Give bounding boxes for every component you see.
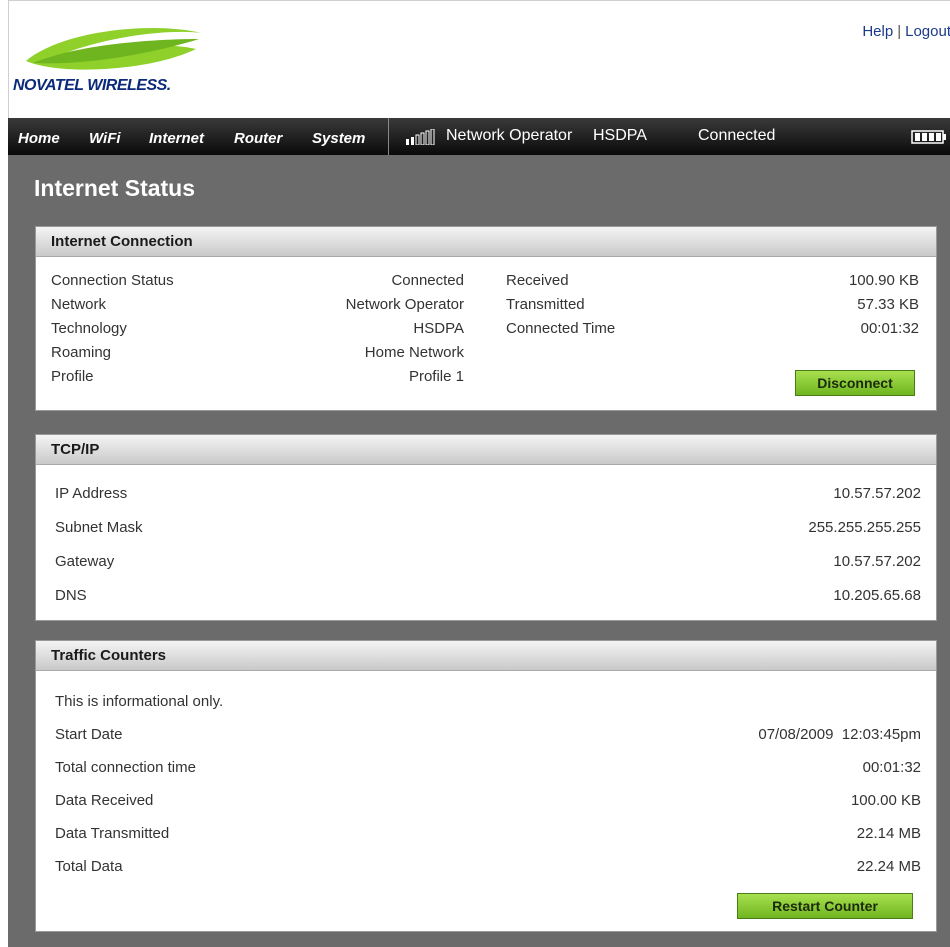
total-data-label: Total Data	[55, 858, 123, 875]
gateway-value: 10.57.57.202	[833, 553, 921, 570]
traffic-counters-panel: Traffic Counters This is informational o…	[35, 640, 937, 932]
connection-status-value: Connected	[391, 272, 464, 289]
informational-note: This is informational only.	[55, 693, 224, 710]
help-link[interactable]: Help	[862, 23, 893, 40]
novatel-logo-swoosh-icon	[26, 28, 201, 70]
panel-title: Internet Connection	[36, 227, 936, 257]
nav-item-system[interactable]: System	[312, 130, 365, 147]
ip-address-label: IP Address	[55, 485, 128, 502]
technology-value: HSDPA	[413, 320, 464, 337]
logout-link[interactable]: Logout	[905, 23, 950, 40]
internet-connection-panel: Internet Connection Connection Status Co…	[35, 226, 937, 411]
signal-bars-icon	[406, 129, 435, 145]
gateway-label: Gateway	[55, 553, 115, 570]
battery-icon	[911, 130, 946, 144]
top-links: Help | Logout	[862, 23, 950, 40]
data-received-label: Data Received	[55, 792, 154, 809]
total-connection-time-value: 00:01:32	[862, 759, 921, 776]
roaming-value: Home Network	[364, 344, 464, 361]
data-transmitted-label: Data Transmitted	[55, 825, 170, 842]
restart-counter-button[interactable]: Restart Counter	[737, 893, 913, 919]
nav-menu: Home WiFi Internet Router System	[8, 118, 389, 155]
ip-address-value: 10.57.57.202	[833, 485, 921, 502]
brand-name: NOVATEL WIRELESS.	[13, 77, 171, 94]
nav-item-wifi[interactable]: WiFi	[89, 130, 121, 147]
total-connection-time-label: Total connection time	[55, 759, 196, 776]
dns-label: DNS	[55, 587, 87, 604]
connected-time-label: Connected Time	[506, 320, 616, 337]
nav-item-internet[interactable]: Internet	[149, 130, 204, 147]
main-content: Internet Status Internet Connection Conn…	[8, 155, 950, 947]
disconnect-button[interactable]: Disconnect	[795, 370, 915, 396]
panel-title: TCP/IP	[36, 435, 936, 465]
data-transmitted-value: 22.14 MB	[856, 825, 921, 842]
data-received-value: 100.00 KB	[850, 792, 921, 809]
start-date-label: Start Date	[55, 726, 123, 743]
connection-status: Connected	[698, 127, 776, 144]
connected-time-value: 00:01:32	[860, 320, 919, 337]
subnet-mask-label: Subnet Mask	[55, 519, 143, 536]
network-technology: HSDPA	[593, 127, 647, 144]
roaming-label: Roaming	[51, 344, 112, 361]
transmitted-label: Transmitted	[506, 296, 585, 313]
header: NOVATEL WIRELESS. Help | Logout	[8, 0, 950, 119]
tcpip-panel: TCP/IP IP Address 10.57.57.202 Subnet Ma…	[35, 434, 937, 621]
panel-title: Traffic Counters	[36, 641, 936, 671]
technology-label: Technology	[51, 320, 127, 337]
page-title: Internet Status	[34, 175, 196, 201]
profile-label: Profile	[51, 368, 94, 385]
total-data-value: 22.24 MB	[856, 858, 921, 875]
transmitted-value: 57.33 KB	[857, 296, 919, 313]
link-separator: |	[897, 23, 902, 40]
received-label: Received	[506, 272, 569, 289]
connection-status-label: Connection Status	[51, 272, 174, 289]
received-value: 100.90 KB	[848, 272, 919, 289]
network-value: Network Operator	[345, 296, 464, 313]
nav-item-home[interactable]: Home	[18, 130, 60, 147]
profile-value: Profile 1	[408, 368, 464, 385]
subnet-mask-value: 255.255.255.255	[808, 519, 921, 536]
nav-bar: Home WiFi Internet Router System Network…	[8, 118, 950, 155]
network-label: Network	[51, 296, 107, 313]
nav-item-router[interactable]: Router	[234, 130, 282, 147]
start-date-value: 07/08/2009 12:03:45pm	[758, 726, 921, 743]
network-operator: Network Operator	[446, 127, 573, 144]
dns-value: 10.205.65.68	[833, 587, 921, 604]
